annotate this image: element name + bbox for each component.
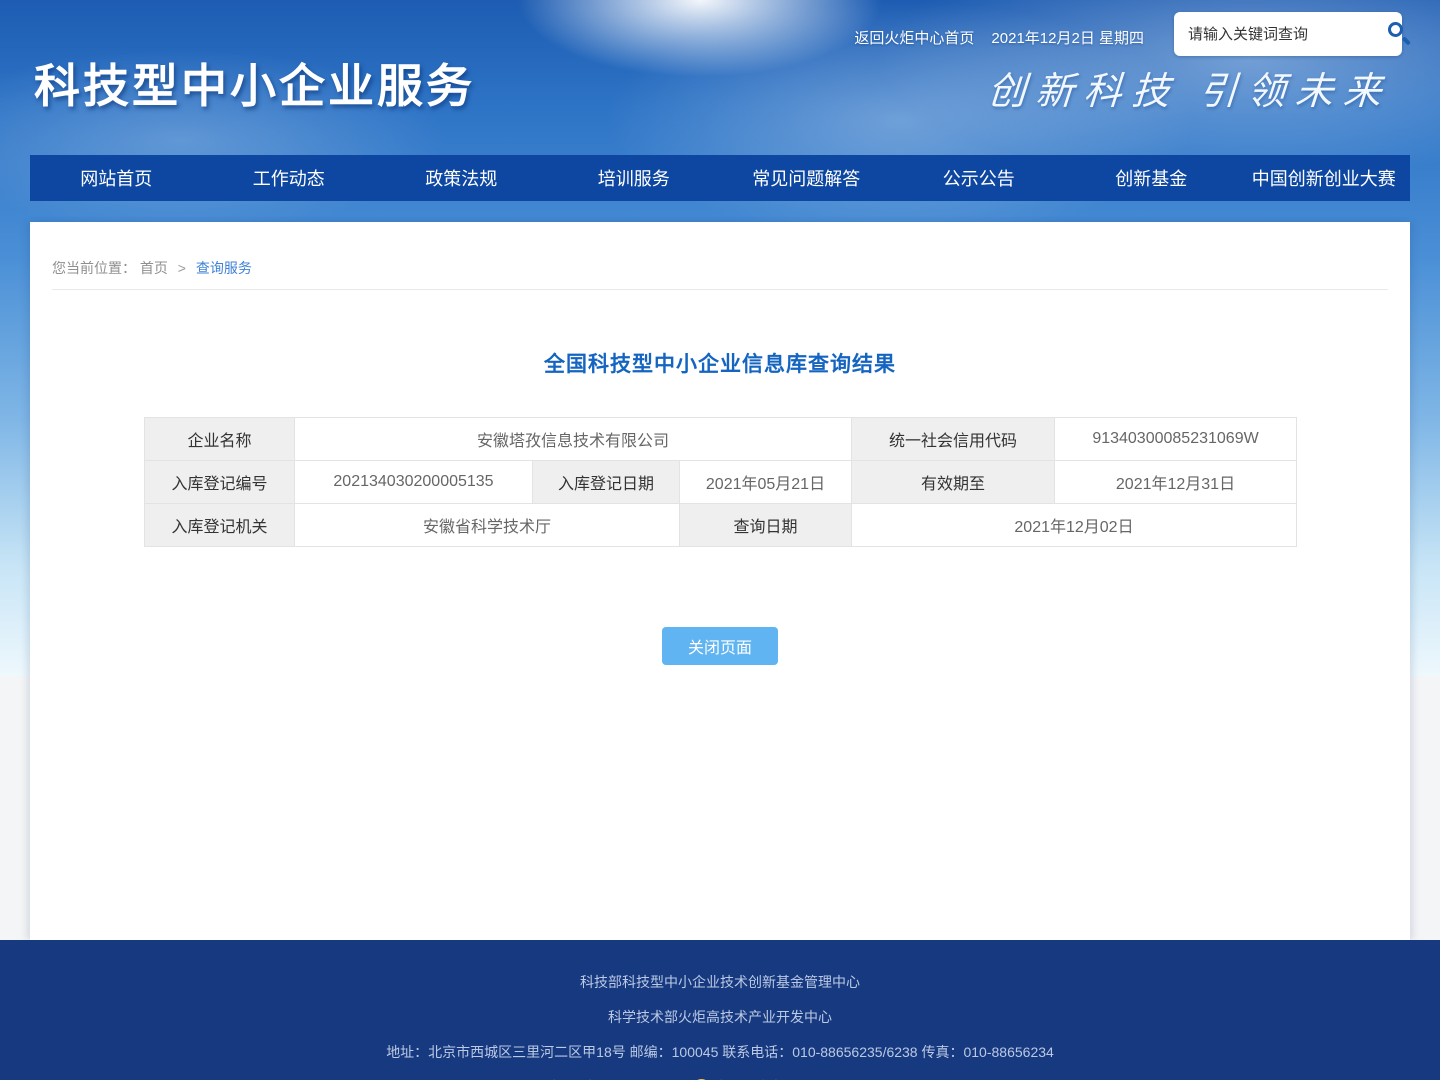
nav-item-faq[interactable]: 常见问题解答	[720, 155, 893, 201]
label-company-name: 企业名称	[145, 418, 295, 461]
page: 科技型中小企业服务 返回火炬中心首页 2021年12月2日 星期四 创新科技 引…	[0, 0, 1440, 1080]
search-input[interactable]	[1188, 26, 1387, 43]
main-navigation: 网站首页 工作动态 政策法规 培训服务 常见问题解答 公示公告 创新基金 中国创…	[30, 155, 1410, 201]
current-date-text: 2021年12月2日 星期四	[991, 27, 1144, 48]
value-company-name: 安徽塔孜信息技术有限公司	[295, 418, 852, 461]
label-query-date: 查询日期	[680, 504, 852, 547]
value-query-date: 2021年12月02日	[852, 504, 1297, 547]
footer-line-torch-center: 科学技术部火炬高技术产业开发中心	[608, 1007, 832, 1027]
breadcrumb-divider	[52, 289, 1388, 290]
site-logo: 科技型中小企业服务	[34, 50, 475, 116]
nav-item-innovation-contest[interactable]: 中国创新创业大赛	[1238, 155, 1411, 201]
header-top-links: 返回火炬中心首页 2021年12月2日 星期四	[854, 27, 1144, 48]
back-to-torch-center-link[interactable]: 返回火炬中心首页	[854, 27, 974, 48]
breadcrumb-current-link[interactable]: 查询服务	[196, 260, 252, 276]
label-registration-date: 入库登记日期	[533, 461, 680, 504]
label-registration-number: 入库登记编号	[145, 461, 295, 504]
label-registration-authority: 入库登记机关	[145, 504, 295, 547]
search-box	[1174, 12, 1402, 56]
search-icon-handle	[1402, 36, 1411, 45]
close-page-button[interactable]: 关闭页面	[662, 627, 778, 665]
footer-line-fund-center: 科技部科技型中小企业技术创新基金管理中心	[580, 972, 860, 992]
query-result-table: 企业名称 安徽塔孜信息技术有限公司 统一社会信用代码 9134030008523…	[144, 417, 1297, 547]
nav-item-training[interactable]: 培训服务	[548, 155, 721, 201]
footer: 科技部科技型中小企业技术创新基金管理中心 科学技术部火炬高技术产业开发中心 地址…	[0, 940, 1440, 1080]
slogan-text: 创新科技 引领未来	[987, 60, 1394, 115]
value-valid-until: 2021年12月31日	[1055, 461, 1297, 504]
nav-item-announcements[interactable]: 公示公告	[893, 155, 1066, 201]
search-icon-lens	[1388, 22, 1403, 37]
label-valid-until: 有效期至	[852, 461, 1055, 504]
table-row: 入库登记机关 安徽省科学技术厅 查询日期 2021年12月02日	[145, 504, 1297, 547]
nav-item-innovation-fund[interactable]: 创新基金	[1065, 155, 1238, 201]
breadcrumb-prefix: 您当前位置：	[52, 260, 136, 276]
page-title: 全国科技型中小企业信息库查询结果	[30, 348, 1410, 378]
nav-item-home[interactable]: 网站首页	[30, 155, 203, 201]
table-row: 入库登记编号 202134030200005135 入库登记日期 2021年05…	[145, 461, 1297, 504]
value-registration-authority: 安徽省科学技术厅	[295, 504, 680, 547]
value-registration-date: 2021年05月21日	[680, 461, 852, 504]
nav-item-work-news[interactable]: 工作动态	[203, 155, 376, 201]
content-panel: 您当前位置： 首页 > 查询服务 全国科技型中小企业信息库查询结果 企业名称 安…	[30, 222, 1410, 940]
breadcrumb: 您当前位置： 首页 > 查询服务	[52, 258, 1388, 278]
footer-line-contact: 地址：北京市西城区三里河二区甲18号 邮编：100045 联系电话：010-88…	[386, 1042, 1054, 1062]
value-registration-number: 202134030200005135	[295, 461, 533, 504]
breadcrumb-home-link[interactable]: 首页	[140, 260, 168, 276]
nav-item-policies[interactable]: 政策法规	[375, 155, 548, 201]
label-credit-code: 统一社会信用代码	[852, 418, 1055, 461]
value-credit-code: 91340300085231069W	[1055, 418, 1297, 461]
table-row: 企业名称 安徽塔孜信息技术有限公司 统一社会信用代码 9134030008523…	[145, 418, 1297, 461]
search-icon[interactable]	[1387, 21, 1413, 47]
breadcrumb-separator: >	[178, 260, 186, 276]
